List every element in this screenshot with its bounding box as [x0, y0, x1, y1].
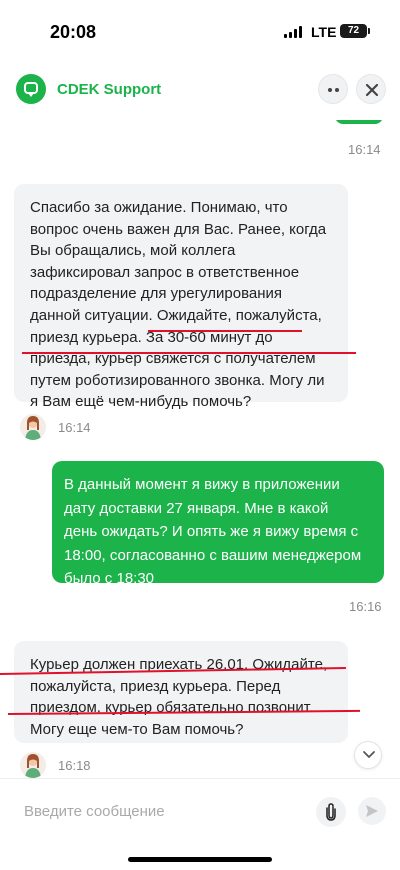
incoming-message: Спасибо за ожидание. Понимаю, что вопрос… — [14, 184, 348, 410]
message-line: Спасибо за ожидание. Понимаю, что — [30, 199, 288, 216]
home-indicator — [128, 857, 272, 862]
close-icon — [365, 83, 379, 97]
underline-annotation — [22, 352, 356, 354]
message-input[interactable] — [14, 791, 304, 831]
message-line: Могу еще чем-то Вам помочь? — [30, 720, 244, 738]
message-line: я Вам ещё чем-нибудь помочь? — [30, 393, 252, 411]
network-type: LTE — [311, 24, 337, 40]
send-icon — [366, 805, 378, 817]
scroll-down-button[interactable] — [354, 741, 382, 769]
message-line: Вы обращались, мой коллега — [30, 242, 236, 260]
avatar-icon — [20, 414, 46, 440]
message-line: дату доставки 27 января. Мне в какой — [64, 499, 329, 517]
send-button[interactable] — [358, 797, 386, 825]
message-line: В данный момент я вижу в приложении — [64, 476, 340, 493]
signal-icon — [284, 26, 304, 38]
chevron-down-icon — [363, 751, 375, 758]
battery-icon: 72 — [340, 24, 370, 38]
message-line: день ожидать? И опять же я вижу время с — [64, 523, 359, 540]
chat-messages[interactable]: 16:14 Спасибо за ожидание. Понимаю, что … — [0, 120, 400, 778]
chat-logo-icon — [16, 74, 46, 104]
attach-button[interactable] — [316, 797, 346, 827]
message-line: зафиксировал запрос в ответственное — [30, 263, 300, 281]
status-bar: 20:08 LTE 72 — [0, 0, 400, 62]
message-line: было с 18:30 — [64, 570, 155, 587]
outgoing-message: В данный момент я вижу в приложении дату… — [52, 461, 384, 587]
message-time: 16:14 — [58, 420, 91, 435]
message-line: 18:00, согласованно с вашим менеджером — [64, 546, 362, 564]
outgoing-bubble-partial — [335, 120, 383, 124]
message-time: 16:18 — [58, 758, 91, 773]
message-line: пожалуйста, приезд курьера. Перед — [30, 677, 281, 695]
status-time: 20:08 — [50, 22, 97, 42]
avatar-icon — [20, 752, 46, 778]
message-line: данной ситуации. Ожидайте, пожалуйста, — [30, 306, 322, 324]
message-line: вопрос очень важен для Вас. Ранее, когда — [30, 220, 327, 238]
message-line: путем роботизированного звонка. Могу ли — [30, 371, 325, 389]
chat-header: CDEK Support — [0, 62, 400, 120]
close-button[interactable] — [356, 74, 386, 104]
more-button[interactable] — [318, 74, 348, 104]
incoming-message: Курьер должен приехать 26.01. Ожидайте, … — [14, 641, 348, 743]
message-line: приездом, курьер обязательно позвонит. — [30, 699, 314, 717]
message-composer — [0, 778, 400, 870]
message-line: подразделение для урегулирования — [30, 285, 283, 303]
message-time: 16:14 — [348, 142, 381, 157]
underline-annotation — [148, 330, 302, 332]
attach-icon — [326, 803, 336, 821]
message-time: 16:16 — [349, 599, 382, 614]
header-title: CDEK Support — [57, 81, 162, 98]
